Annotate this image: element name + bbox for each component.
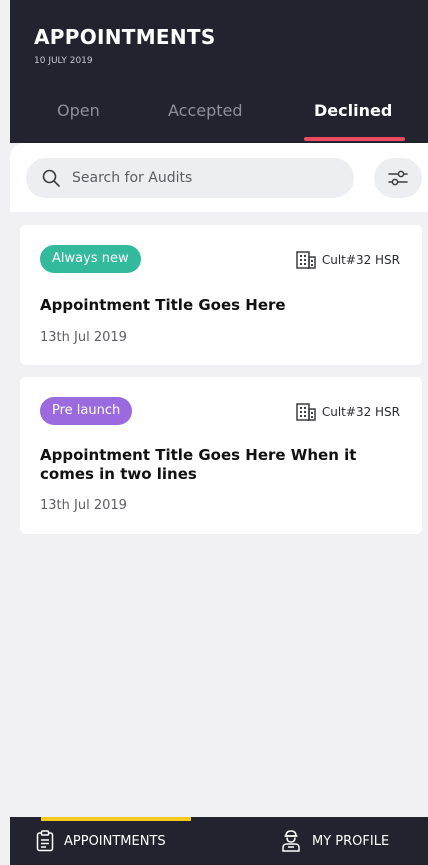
appointment-date: 13th Jul 2019 — [40, 498, 127, 513]
nav-profile-label: MY PROFILE — [312, 833, 390, 849]
appointment-date: 13th Jul 2019 — [40, 330, 127, 345]
bottom-nav: APPOINTMENTS MY PROFILE — [10, 817, 428, 865]
nav-my-profile[interactable]: MY PROFILE — [280, 830, 389, 852]
clipboard-icon — [36, 830, 54, 852]
nav-appointments-label: APPOINTMENTS — [64, 833, 166, 849]
search-input[interactable] — [72, 158, 342, 198]
active-nav-indicator — [41, 817, 191, 821]
search-box[interactable] — [26, 158, 354, 198]
location-label: Cult#32 HSR — [296, 402, 400, 422]
filter-button[interactable] — [374, 158, 422, 198]
appointment-title: Appointment Title Goes Here — [40, 296, 286, 314]
location-label: Cult#32 HSR — [296, 250, 400, 270]
tab-bar: Open Accepted Declined — [10, 101, 428, 143]
location-text: Cult#32 HSR — [321, 253, 400, 267]
main-content: Always new Cult#32 HSR Appointment Title… — [10, 143, 428, 817]
page-date: 10 JULY 2019 — [34, 56, 93, 66]
active-tab-indicator — [304, 137, 405, 141]
building-icon — [296, 403, 316, 421]
search-icon — [42, 169, 60, 187]
nav-appointments[interactable]: APPOINTMENTS — [36, 830, 166, 852]
page-title: APPOINTMENTS — [34, 25, 216, 49]
user-icon — [282, 830, 300, 852]
sliders-icon — [388, 170, 408, 186]
tab-open[interactable]: Open — [57, 101, 100, 120]
building-icon — [296, 251, 316, 269]
search-panel — [10, 143, 428, 212]
tab-accepted[interactable]: Accepted — [168, 101, 243, 120]
app-header: APPOINTMENTS 10 JULY 2019 Open Accepted … — [10, 0, 428, 143]
appointment-card[interactable]: Pre launch Cult#32 HSR Appointment Title… — [20, 377, 422, 534]
location-text: Cult#32 HSR — [321, 405, 400, 419]
appointment-card[interactable]: Always new Cult#32 HSR Appointment Title… — [20, 225, 422, 365]
appointment-title: Appointment Title Goes Here When it come… — [40, 446, 357, 483]
tab-declined[interactable]: Declined — [314, 101, 392, 120]
status-badge: Pre launch — [40, 397, 133, 425]
status-badge: Always new — [40, 245, 141, 273]
